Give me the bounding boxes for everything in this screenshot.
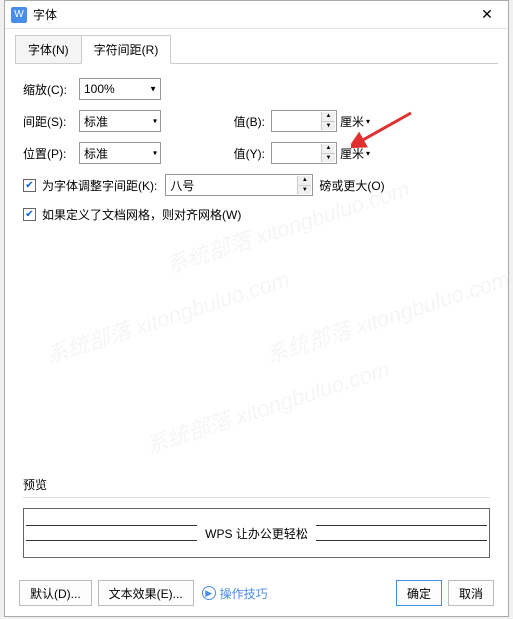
caret-down-icon: ▾ (153, 117, 157, 126)
titlebar: W 字体 ✕ (5, 1, 508, 29)
position-val-label: 值(Y): (221, 145, 271, 162)
position-val-input[interactable]: ▲▼ (271, 142, 337, 164)
kerning-input[interactable]: 八号 ▲▼ (165, 174, 313, 196)
preview-text: WPS 让办公更轻松 (197, 525, 316, 542)
preview-section: 预览 WPS 让办公更轻松 (23, 476, 490, 558)
kerning-checkbox[interactable]: ✔ (23, 179, 36, 192)
position-combo[interactable]: 标准 ▾ (79, 142, 161, 164)
tab-spacing[interactable]: 字符间距(R) (81, 35, 172, 64)
content-area: 缩放(C): 100% ▼ 间距(S): 标准 ▾ 值(B): ▲▼ 厘米▾ 位… (5, 64, 508, 241)
spacing-label: 间距(S): (23, 113, 79, 130)
app-icon: W (11, 7, 27, 23)
spinner-icon[interactable]: ▲▼ (321, 144, 335, 162)
chevron-down-icon: ▼ (149, 85, 157, 94)
position-unit[interactable]: 厘米▾ (340, 145, 370, 162)
footer: 默认(D)... 文本效果(E)... ▶ 操作技巧 确定 取消 (19, 580, 494, 606)
kerning-value: 八号 (170, 177, 194, 194)
font-dialog: W 字体 ✕ 字体(N) 字符间距(R) 缩放(C): 100% ▼ 间距(S)… (4, 0, 509, 617)
ok-button[interactable]: 确定 (396, 580, 442, 606)
grid-label: 如果定义了文档网格，则对齐网格(W) (42, 206, 241, 223)
spacing-combo[interactable]: 标准 ▾ (79, 110, 161, 132)
position-value: 标准 (84, 145, 108, 162)
tab-font[interactable]: 字体(N) (15, 35, 82, 64)
scale-combo[interactable]: 100% ▼ (79, 78, 161, 100)
tips-label: 操作技巧 (220, 585, 268, 602)
cancel-button[interactable]: 取消 (448, 580, 494, 606)
kerning-label: 为字体调整字间距(K): (42, 177, 157, 194)
tips-link[interactable]: ▶ 操作技巧 (202, 585, 268, 602)
spacing-value: 标准 (84, 113, 108, 130)
spacing-val-input[interactable]: ▲▼ (271, 110, 337, 132)
grid-checkbox[interactable]: ✔ (23, 208, 36, 221)
scale-value: 100% (84, 82, 115, 96)
tabs: 字体(N) 字符间距(R) (5, 29, 508, 64)
play-icon: ▶ (202, 586, 216, 600)
spacing-val-label: 值(B): (221, 113, 271, 130)
preview-box: WPS 让办公更轻松 (23, 508, 490, 558)
kerning-unit: 磅或更大(O) (319, 177, 384, 194)
caret-down-icon: ▾ (366, 149, 370, 158)
scale-label: 缩放(C): (23, 81, 79, 98)
text-effects-button[interactable]: 文本效果(E)... (98, 580, 194, 606)
spacing-unit[interactable]: 厘米▾ (340, 113, 370, 130)
spinner-icon[interactable]: ▲▼ (297, 176, 311, 194)
dialog-title: 字体 (33, 6, 472, 23)
caret-down-icon: ▾ (366, 117, 370, 126)
position-label: 位置(P): (23, 145, 79, 162)
close-button[interactable]: ✕ (472, 6, 502, 23)
spinner-icon[interactable]: ▲▼ (321, 112, 335, 130)
preview-label: 预览 (23, 476, 490, 493)
caret-down-icon: ▾ (153, 149, 157, 158)
default-button[interactable]: 默认(D)... (19, 580, 92, 606)
